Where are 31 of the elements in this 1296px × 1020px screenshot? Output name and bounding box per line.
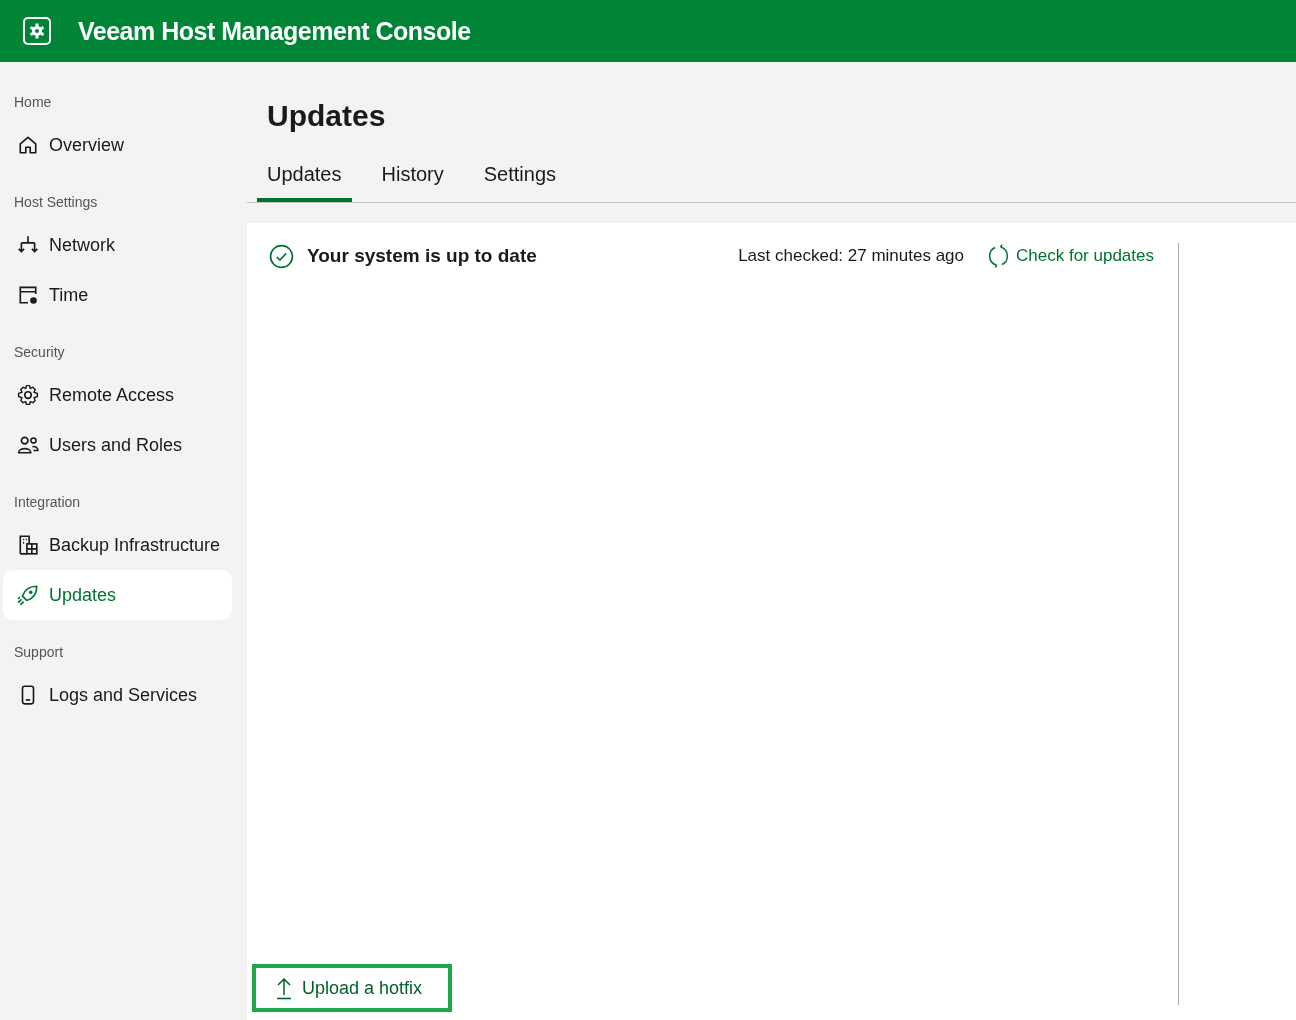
sidebar-item[interactable]: Time (3, 270, 232, 320)
sidebar-section-label: Support (13, 643, 65, 662)
tab[interactable]: History (371, 155, 454, 202)
sidebar-section-label: Security (13, 343, 66, 362)
sidebar-item[interactable]: Logs and Services (3, 670, 232, 720)
users-icon (17, 434, 39, 456)
check-for-updates-button[interactable]: Check for updates (986, 243, 1154, 269)
home-icon (17, 134, 39, 156)
upload-icon (274, 976, 294, 1000)
upload-hotfix-button[interactable]: Upload a hotfix (252, 964, 453, 1012)
rocket-icon (17, 584, 39, 606)
status-message: Your system is up to date (307, 245, 538, 267)
last-checked-text: Last checked: 27 minutes ago (738, 246, 965, 266)
sidebar-item[interactable]: Backup Infrastructure (3, 520, 232, 570)
sidebar-item[interactable]: Network (3, 220, 232, 270)
sidebar-item[interactable]: Overview (3, 120, 232, 170)
sidebar-item[interactable]: Users and Roles (3, 420, 232, 470)
sidebar-item[interactable]: Updates (3, 570, 232, 620)
network-icon (17, 234, 39, 256)
gear-icon (17, 384, 39, 406)
sidebar-section-label: Home (13, 93, 53, 112)
sidebar-section-label: Host Settings (13, 193, 99, 212)
gear-logo-icon (22, 16, 52, 46)
sidebar-section-label: Integration (13, 493, 82, 512)
sidebar-item[interactable]: Remote Access (3, 370, 232, 420)
check-circle-icon (269, 243, 294, 269)
app-title: Veeam Host Management Console (78, 16, 471, 46)
building-icon (17, 534, 39, 556)
page-title: Updates (267, 99, 387, 134)
tab[interactable]: Settings (473, 155, 566, 202)
tab[interactable]: Updates (257, 155, 352, 202)
